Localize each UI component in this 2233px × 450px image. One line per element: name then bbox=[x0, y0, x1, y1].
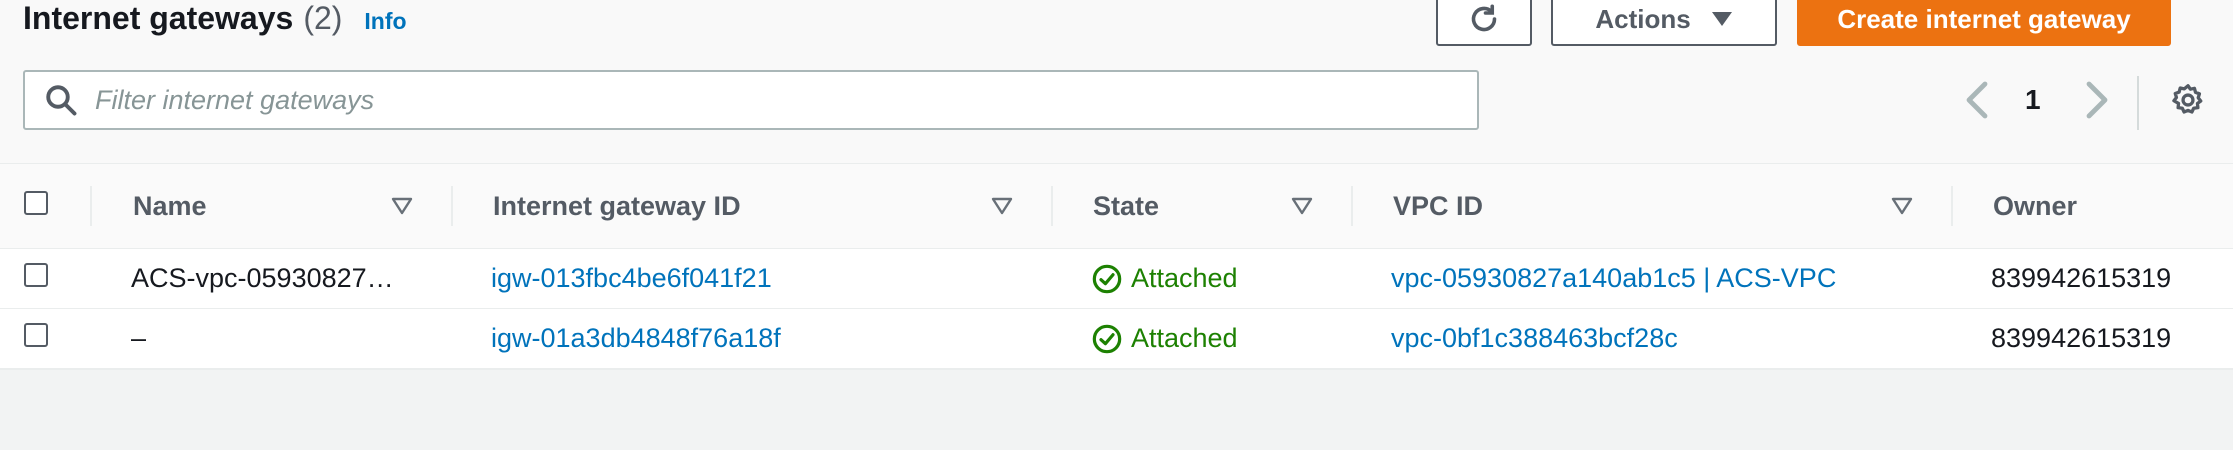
column-divider bbox=[451, 186, 453, 226]
gateway-id-link[interactable]: igw-013fbc4be6f041f21 bbox=[491, 249, 772, 308]
page-title-text: Internet gateways bbox=[23, 0, 294, 36]
row-checkbox[interactable] bbox=[24, 263, 48, 287]
table-row[interactable]: ACS-vpc-05930827… igw-013fbc4be6f041f21 … bbox=[0, 249, 2233, 310]
actions-dropdown-button[interactable]: Actions bbox=[1551, 0, 1777, 46]
next-page-button[interactable] bbox=[2081, 75, 2111, 125]
sort-icon[interactable] bbox=[1291, 197, 1313, 215]
info-link[interactable]: Info bbox=[364, 8, 406, 35]
column-divider bbox=[1051, 186, 1053, 226]
column-divider bbox=[1951, 186, 1953, 226]
sort-icon[interactable] bbox=[991, 197, 1013, 215]
row-checkbox[interactable] bbox=[24, 323, 48, 347]
table-header: Name Internet gateway ID State VPC ID Ow… bbox=[0, 163, 2233, 250]
check-circle-icon bbox=[1092, 324, 1122, 353]
pagination-divider bbox=[2137, 76, 2139, 130]
gateway-state: Attached bbox=[1091, 309, 1238, 368]
filter-search-box[interactable] bbox=[23, 70, 1479, 130]
gateway-count: (2) bbox=[303, 0, 343, 36]
caret-down-icon bbox=[1711, 12, 1732, 26]
panel-header: Internet gateways (2) Info Actions Creat… bbox=[0, 0, 2233, 163]
sort-icon[interactable] bbox=[1891, 197, 1913, 215]
column-header-vpc-id[interactable]: VPC ID bbox=[1393, 164, 1483, 248]
owner-id: 839942615319 bbox=[1991, 263, 2172, 293]
current-page-number[interactable]: 1 bbox=[2025, 75, 2041, 125]
internet-gateways-panel: Internet gateways (2) Info Actions Creat… bbox=[0, 0, 2233, 370]
column-header-gateway-id[interactable]: Internet gateway ID bbox=[493, 164, 741, 248]
previous-page-button[interactable] bbox=[1963, 75, 1993, 125]
state-label: Attached bbox=[1131, 323, 1238, 353]
search-icon bbox=[46, 85, 77, 116]
column-header-name[interactable]: Name bbox=[133, 164, 207, 248]
chevron-left-icon bbox=[1966, 81, 1988, 119]
column-divider bbox=[1351, 186, 1353, 226]
gateway-state: Attached bbox=[1091, 249, 1238, 308]
select-all-checkbox[interactable] bbox=[24, 191, 48, 215]
create-internet-gateway-button[interactable]: Create internet gateway bbox=[1797, 0, 2171, 46]
gear-icon[interactable] bbox=[2170, 82, 2206, 118]
refresh-icon bbox=[1471, 4, 1497, 32]
check-circle-icon bbox=[1092, 264, 1122, 293]
create-label: Create internet gateway bbox=[1837, 3, 2131, 34]
actions-label: Actions bbox=[1595, 3, 1691, 34]
vpc-id-link[interactable]: vpc-0bf1c388463bcf28c bbox=[1391, 309, 1678, 368]
owner-id: 839942615319 bbox=[1991, 323, 2172, 353]
gateway-name: – bbox=[131, 323, 147, 353]
vpc-id-link[interactable]: vpc-05930827a140ab1c5 | ACS-VPC bbox=[1391, 249, 1836, 308]
gateway-name: ACS-vpc-05930827… bbox=[131, 263, 394, 293]
state-label: Attached bbox=[1131, 263, 1238, 293]
refresh-button[interactable] bbox=[1436, 0, 1532, 46]
column-divider bbox=[90, 186, 92, 226]
gateway-id-link[interactable]: igw-01a3db4848f76a18f bbox=[491, 309, 781, 368]
sort-icon[interactable] bbox=[391, 197, 413, 215]
table-row[interactable]: – igw-01a3db4848f76a18f Attached vpc-0bf… bbox=[0, 309, 2233, 370]
filter-input[interactable] bbox=[93, 83, 1477, 117]
column-header-owner[interactable]: Owner bbox=[1993, 164, 2077, 248]
page-title: Internet gateways (2) Info bbox=[23, 0, 407, 40]
chevron-right-icon bbox=[2086, 81, 2108, 119]
column-header-state[interactable]: State bbox=[1093, 164, 1159, 248]
